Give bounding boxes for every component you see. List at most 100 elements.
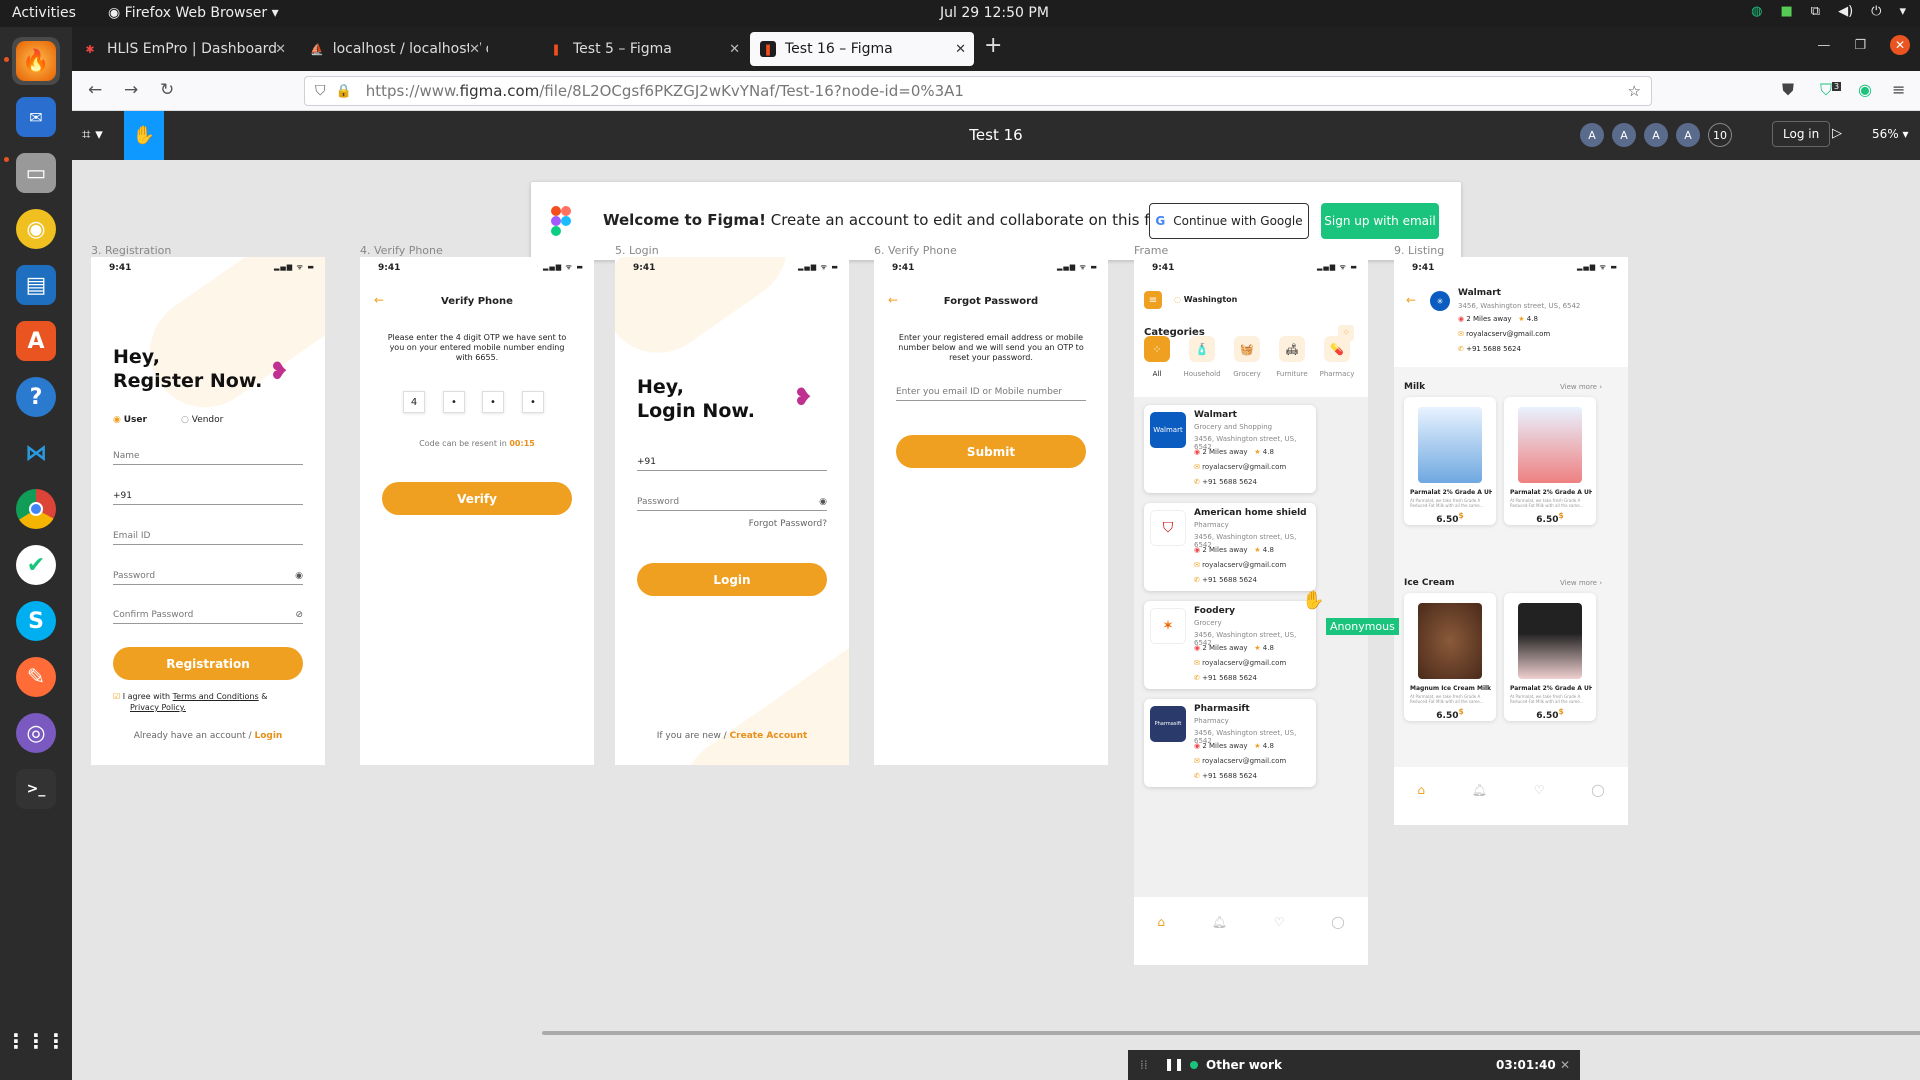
privacy-link[interactable]: Privacy Policy. bbox=[130, 703, 186, 712]
tab-test16[interactable]: ❚ Test 16 – Figma ✕ bbox=[750, 32, 974, 66]
present-play-icon[interactable]: ▷ bbox=[1832, 126, 1842, 141]
postman-icon[interactable]: ✎ bbox=[12, 653, 60, 701]
clock[interactable]: Jul 29 12:50 PM bbox=[940, 5, 1049, 21]
location-selector[interactable]: ◌ Washington bbox=[1174, 295, 1237, 304]
minimize-icon[interactable]: — bbox=[1817, 38, 1830, 53]
system-tray[interactable]: ◍ ■ ⧉ ◀) ⏻ ▾ bbox=[1751, 4, 1906, 19]
network-tool-icon[interactable]: ◎ bbox=[12, 709, 60, 757]
software-icon[interactable]: A bbox=[12, 317, 60, 365]
avatar[interactable]: A bbox=[1644, 123, 1668, 147]
horizontal-scrollbar[interactable] bbox=[542, 1031, 1920, 1035]
hand-tool-icon[interactable]: ✋ bbox=[124, 111, 164, 160]
power-icon[interactable]: ⏻ bbox=[1871, 4, 1881, 19]
bookmark-star-icon[interactable]: ☆ bbox=[1628, 82, 1641, 100]
store-list-frame[interactable]: 9:41 ▂▄▆ ᯤ ▬ ≡ ◌ Washington Categories ⁘ … bbox=[1134, 257, 1368, 965]
confirm-password-field[interactable]: Confirm Password ⊘ bbox=[113, 610, 303, 624]
close-window-icon[interactable]: ✕ bbox=[1890, 35, 1910, 55]
url-bar[interactable]: ⛉ 🔒 https://www.figma.com/file/8L2OCgsf6… bbox=[304, 76, 1652, 106]
listing-frame[interactable]: 9:41 ▂▄▆ ᯤ ▬ ← ✳ Walmart 3456, Washington… bbox=[1394, 257, 1628, 825]
heart-icon[interactable]: ♡ bbox=[1274, 915, 1285, 965]
sign-up-email-button[interactable]: Sign up with email bbox=[1321, 203, 1439, 239]
close-tab-icon[interactable]: ✕ bbox=[729, 42, 740, 57]
back-icon[interactable]: ← bbox=[88, 80, 102, 100]
frame-label[interactable]: 6. Verify Phone bbox=[874, 244, 957, 257]
name-field[interactable]: Name bbox=[113, 451, 303, 465]
forgot-password-link[interactable]: Forgot Password? bbox=[749, 519, 827, 529]
registration-frame[interactable]: 9:41 ▂▄▆ ᯤ ▬ Hey, Register Now. ❥ ◉ User ○… bbox=[91, 257, 325, 765]
rhythmbox-icon[interactable]: ◉ bbox=[12, 205, 60, 253]
grammarly-icon[interactable]: ◉ bbox=[1858, 80, 1872, 99]
skype-icon[interactable]: S bbox=[12, 597, 60, 645]
tasks-icon[interactable]: ✔ bbox=[12, 541, 60, 589]
store-card[interactable]: Walmart Walmart Grocery and Shopping 345… bbox=[1144, 405, 1316, 493]
activities-button[interactable]: Activities bbox=[12, 5, 76, 21]
checkbox-checked-icon[interactable]: ☑ bbox=[113, 692, 120, 701]
close-tab-icon[interactable]: ✕ bbox=[955, 42, 966, 57]
bell-icon[interactable]: 🔔︎ bbox=[1472, 783, 1487, 825]
maximize-icon[interactable]: ❐ bbox=[1854, 38, 1866, 53]
reload-icon[interactable]: ↻ bbox=[160, 80, 174, 100]
drag-handle-icon[interactable]: ⁞⁞ bbox=[1140, 1058, 1148, 1072]
password-field[interactable]: Password ◉ bbox=[113, 571, 303, 585]
product-card[interactable]: Parmalat 2% Grade A UHT Milk At Parmalat… bbox=[1404, 397, 1496, 525]
login-frame[interactable]: 9:41 ▂▄▆ ᯤ ▬ Hey, Login Now. ❥ +91 Passwor… bbox=[615, 257, 849, 765]
phone-field[interactable]: +91 bbox=[637, 457, 827, 471]
viewer-count[interactable]: 10 bbox=[1708, 123, 1732, 147]
bell-icon[interactable]: 🔔︎ bbox=[1212, 915, 1227, 965]
extension-shield-icon[interactable]: ⛉ 3 bbox=[1820, 80, 1842, 100]
registration-button[interactable]: Registration bbox=[113, 647, 303, 680]
avatar[interactable]: A bbox=[1612, 123, 1636, 147]
writer-icon[interactable]: ▤ bbox=[12, 261, 60, 309]
category-furniture-icon[interactable]: 🛋 bbox=[1279, 336, 1305, 362]
hamburger-menu-icon[interactable]: ≡ bbox=[1892, 80, 1905, 99]
product-card[interactable]: Parmalat 2% Grade A UHT Milk At Parmalat… bbox=[1504, 397, 1596, 525]
create-account-link[interactable]: Create Account bbox=[730, 731, 808, 741]
avatar[interactable]: A bbox=[1676, 123, 1700, 147]
login-button[interactable]: Log in bbox=[1772, 121, 1831, 147]
product-card[interactable]: Parmalat 2% Grade A UHT Milk At Parmalat… bbox=[1504, 593, 1596, 721]
otp-digit[interactable]: • bbox=[482, 391, 504, 413]
network-icon[interactable]: ⧉ bbox=[1811, 4, 1820, 19]
home-icon[interactable]: ⌂ bbox=[1417, 783, 1425, 825]
profile-icon[interactable]: ◯ bbox=[1331, 915, 1344, 965]
category-grocery-icon[interactable]: 🧺 bbox=[1234, 336, 1260, 362]
store-card[interactable]: ⛉ American home shield Pharmacy 3456, Wa… bbox=[1144, 503, 1316, 591]
avatar[interactable]: A bbox=[1580, 123, 1604, 147]
email-field[interactable]: Email ID bbox=[113, 531, 303, 545]
frame-label[interactable]: 5. Login bbox=[615, 244, 659, 257]
submit-button[interactable]: Submit bbox=[896, 435, 1086, 468]
store-card[interactable]: ✶ Foodery Grocery 3456, Washington stree… bbox=[1144, 601, 1316, 689]
files-icon[interactable]: ▭ bbox=[12, 149, 60, 197]
profile-icon[interactable]: ◯ bbox=[1591, 783, 1604, 825]
lock-icon[interactable]: 🔒 bbox=[336, 84, 352, 99]
figma-canvas[interactable]: Welcome to Figma! Create an account to e… bbox=[72, 160, 1920, 1080]
vscode-icon[interactable]: ⋈ bbox=[12, 429, 60, 477]
home-icon[interactable]: ⌂ bbox=[1157, 915, 1165, 965]
back-arrow-icon[interactable]: ← bbox=[1406, 293, 1416, 307]
otp-digit[interactable]: 4 bbox=[403, 391, 425, 413]
chrome-icon[interactable] bbox=[12, 485, 60, 533]
heart-icon[interactable]: ♡ bbox=[1534, 783, 1545, 825]
shield-icon[interactable]: ⛉ bbox=[315, 83, 326, 99]
verify-phone-frame[interactable]: 9:41 ▂▄▆ ᯤ ▬ ← Verify Phone Please enter … bbox=[360, 257, 594, 765]
extension-icon[interactable]: ■ bbox=[1781, 4, 1793, 19]
radio-vendor[interactable]: ○ Vendor bbox=[181, 415, 223, 425]
task-label[interactable]: Other work bbox=[1206, 1058, 1282, 1072]
volume-icon[interactable]: ◀) bbox=[1838, 4, 1853, 19]
forward-icon[interactable]: → bbox=[124, 80, 138, 100]
new-tab-button[interactable]: + bbox=[984, 33, 1002, 58]
view-more-link[interactable]: View more › bbox=[1560, 383, 1602, 391]
terms-link[interactable]: Terms and Conditions bbox=[173, 692, 259, 701]
password-field[interactable]: Password ◉ bbox=[637, 497, 827, 511]
close-tab-icon[interactable]: ✕ bbox=[469, 41, 480, 57]
help-icon[interactable]: ? bbox=[12, 373, 60, 421]
frame-label[interactable]: 9. Listing bbox=[1394, 244, 1444, 257]
app-grid-icon[interactable]: ⋮⋮⋮ bbox=[6, 1017, 66, 1065]
verify-button[interactable]: Verify bbox=[382, 482, 572, 515]
terminal-icon[interactable]: >_ bbox=[12, 765, 60, 813]
category-household-icon[interactable]: 🧴 bbox=[1189, 336, 1215, 362]
tab-test5[interactable]: ❚ Test 5 – Figma ✕ bbox=[538, 32, 748, 66]
frame-label[interactable]: 3. Registration bbox=[91, 244, 171, 257]
close-icon[interactable]: ✕ bbox=[1560, 1058, 1570, 1072]
category-pharmacy-icon[interactable]: 💊 bbox=[1324, 336, 1350, 362]
